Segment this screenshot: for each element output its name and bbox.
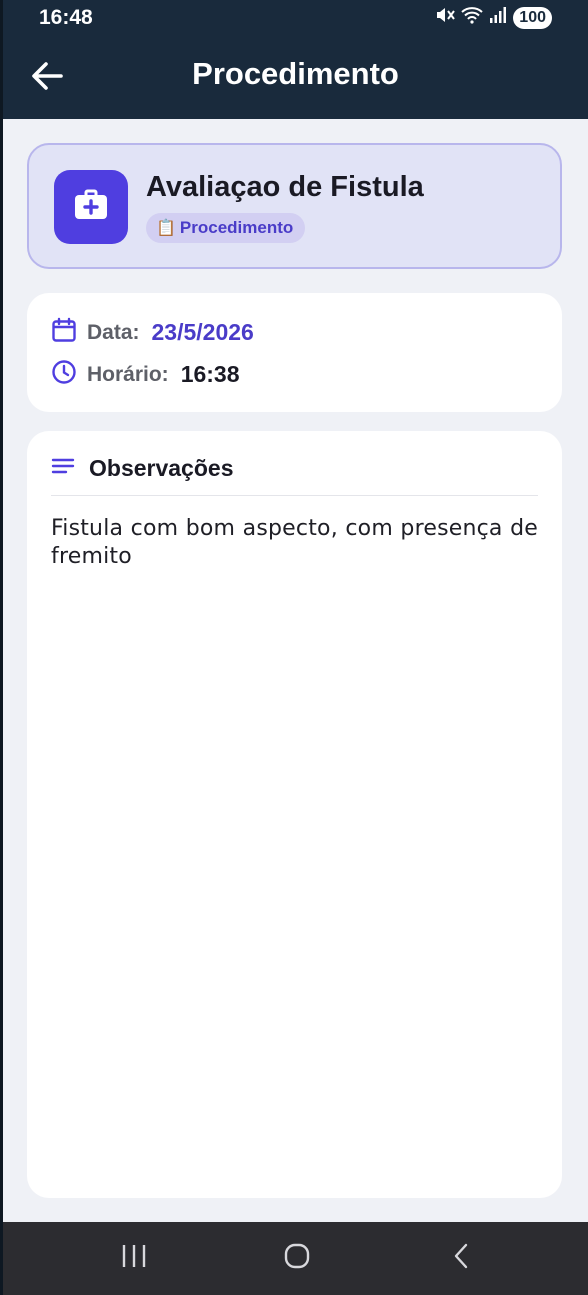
date-value: 23/5/2026 <box>151 319 254 345</box>
observations-header: Observações <box>51 455 233 482</box>
home-button[interactable] <box>267 1238 327 1278</box>
clock-icon <box>51 359 77 390</box>
procedure-header-card: Avaliaçao de Fistula 📋 Procedimento <box>27 143 562 269</box>
back-icon <box>451 1242 471 1275</box>
battery-indicator: 100 <box>513 6 552 29</box>
system-nav-bar <box>3 1222 588 1295</box>
recent-apps-button[interactable] <box>104 1238 164 1278</box>
divider <box>51 495 538 496</box>
system-back-button[interactable] <box>431 1238 491 1278</box>
procedure-icon-box <box>54 170 128 244</box>
status-bar: 16:48 100 <box>3 0 588 36</box>
category-badge: 📋 Procedimento <box>146 213 306 243</box>
procedure-title: Avaliaçao de Fistula <box>146 171 424 203</box>
observations-card: Observações Fistula com bom aspecto, com… <box>27 431 562 1198</box>
category-badge-label: Procedimento <box>179 218 294 237</box>
home-icon <box>283 1242 311 1275</box>
notes-lines-icon <box>51 456 75 481</box>
date-row: Data: 23/5/2026 <box>51 317 254 348</box>
mute-icon <box>435 6 456 29</box>
schedule-card: Data: 23/5/2026 Horário: 16:38 <box>27 293 562 412</box>
recent-apps-icon <box>120 1243 148 1274</box>
status-time: 16:48 <box>39 6 93 29</box>
wifi-icon <box>461 6 483 29</box>
time-value: 16:38 <box>180 361 240 387</box>
observations-title: Observações <box>89 455 234 481</box>
medical-kit-icon <box>74 188 108 227</box>
app-bar: Procedimento <box>3 36 588 119</box>
time-row: Horário: 16:38 <box>51 359 240 390</box>
status-icons: 100 <box>435 6 552 29</box>
page-title: Procedimento <box>192 56 399 91</box>
date-label: Data: <box>87 320 140 344</box>
calendar-icon <box>51 317 77 348</box>
time-label: Horário: <box>87 362 169 386</box>
observations-text: Fistula com bom aspecto, com presença de… <box>51 516 538 569</box>
signal-icon <box>489 6 507 29</box>
clipboard-icon: 📋 <box>156 220 176 237</box>
screen: 16:48 100 Procedimento Avaliaçao de Fist… <box>3 0 588 1295</box>
